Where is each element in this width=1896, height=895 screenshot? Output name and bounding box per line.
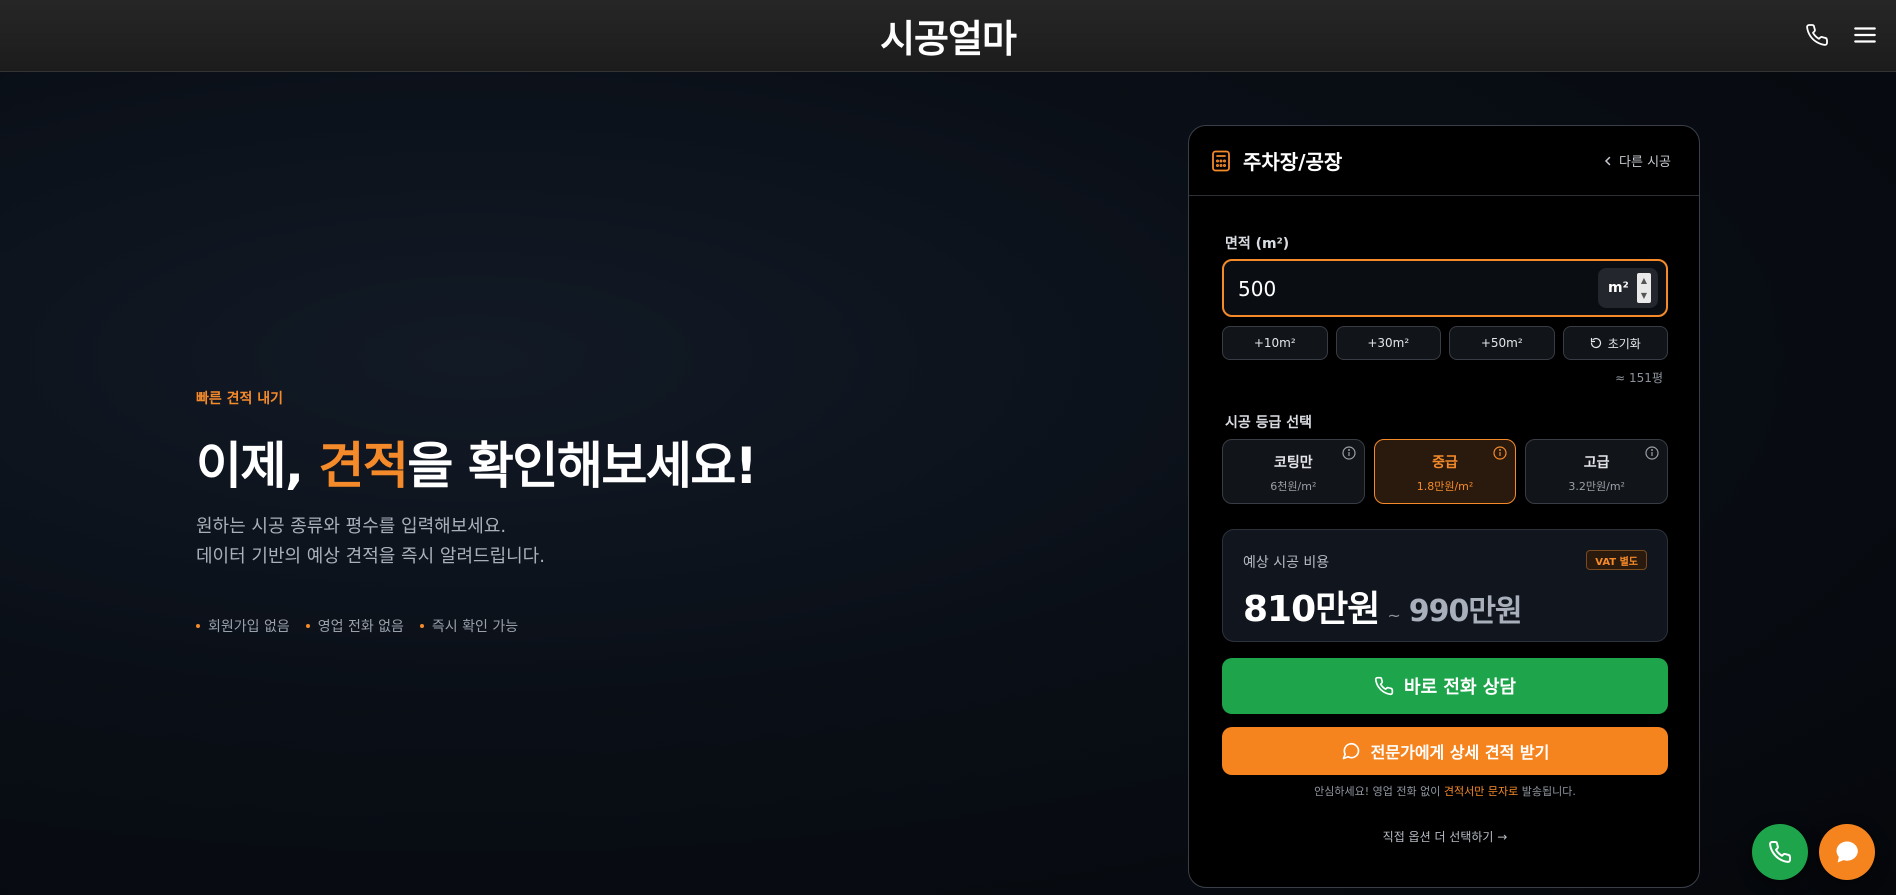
expert-quote-button[interactable]: 전문가에게 상세 견적 받기 xyxy=(1222,727,1668,775)
expert-quote-label: 전문가에게 상세 견적 받기 xyxy=(1370,743,1550,762)
estimate-range: 810만원 ~ 990만원 xyxy=(1243,580,1523,632)
menu-icon[interactable] xyxy=(1848,18,1882,52)
notice-pre: 안심하세요! 영업 전화 없이 xyxy=(1314,785,1444,798)
notice-post: 발송됩니다. xyxy=(1518,785,1576,798)
reset-label: 초기화 xyxy=(1607,336,1641,351)
headline-pre: 이제, xyxy=(196,437,319,495)
grade-option-premium[interactable]: 고급 3.2만원/m² xyxy=(1525,439,1669,504)
bullet-label: 즉시 확인 가능 xyxy=(431,619,519,635)
estimate-card: 주차장/공장 다른 시공 면적 (m²) m² ▲ ▼ +10m² +30m² … xyxy=(1188,125,1700,888)
calculator-icon xyxy=(1209,149,1233,173)
area-input-box: m² ▲ ▼ xyxy=(1222,259,1668,317)
desc-line-1: 원하는 시공 종류와 평수를 입력해보세요. xyxy=(196,516,507,537)
reset-icon xyxy=(1590,337,1601,349)
area-label: 면적 (m²) xyxy=(1225,236,1290,252)
pyeong-conversion: ≈ 151평 xyxy=(1615,371,1663,385)
headline-highlight: 견적 xyxy=(318,437,409,495)
hero-bullets: 회원가입 없음 영업 전화 없음 즉시 확인 가능 xyxy=(196,616,996,636)
grade-options: 코팅만 6천원/m² 중급 1.8만원/m² 고급 3.2만원/m² xyxy=(1222,439,1669,504)
estimate-result: 예상 시공 비용 VAT 별도 810만원 ~ 990만원 xyxy=(1222,529,1668,642)
vat-badge: VAT 별도 xyxy=(1586,550,1647,570)
chat-bubble-icon xyxy=(1836,841,1858,863)
more-options-link[interactable]: 직접 옵션 더 선택하기 → xyxy=(1189,828,1699,845)
chat-bubble-icon xyxy=(1342,742,1360,760)
bullet-dot xyxy=(196,624,200,628)
phone-icon[interactable] xyxy=(1800,18,1834,52)
other-service-label: 다른 시공 xyxy=(1619,155,1671,170)
phone-icon xyxy=(1769,840,1792,863)
notice-highlight: 견적서만 문자로 xyxy=(1443,785,1519,798)
quick-add-row: +10m² +30m² +50m² 초기화 xyxy=(1222,326,1668,360)
unit-label: m² xyxy=(1608,280,1629,296)
reset-button[interactable]: 초기화 xyxy=(1562,326,1668,360)
floating-chat-button[interactable] xyxy=(1819,824,1875,880)
bullet-label: 회원가입 없음 xyxy=(208,619,290,635)
hero-headline: 이제, 견적을 확인해보세요! xyxy=(196,426,996,498)
chevron-left-icon xyxy=(1604,156,1611,165)
grade-price: 6천원/m² xyxy=(1270,480,1317,493)
card-title: 주차장/공장 xyxy=(1243,150,1343,174)
estimate-min: 810만원 xyxy=(1243,589,1380,630)
hero-description: 원하는 시공 종류와 평수를 입력해보세요. 데이터 기반의 예상 견적을 즉시… xyxy=(196,512,996,572)
info-icon[interactable] xyxy=(1493,446,1507,460)
top-header: 시공얼마 xyxy=(0,0,1896,72)
bullet-item: 회원가입 없음 xyxy=(196,616,290,636)
estimate-tilde: ~ xyxy=(1387,606,1401,625)
phone-icon xyxy=(1374,676,1394,696)
add-10-button[interactable]: +10m² xyxy=(1222,326,1328,360)
area-input[interactable] xyxy=(1238,275,1578,303)
bullet-item: 즉시 확인 가능 xyxy=(419,616,519,636)
bullet-dot xyxy=(305,624,310,628)
info-icon[interactable] xyxy=(1645,446,1659,460)
add-50-button[interactable]: +50m² xyxy=(1449,326,1555,360)
estimate-label: 예상 시공 비용 xyxy=(1243,555,1330,571)
area-stepper[interactable]: ▲ ▼ xyxy=(1637,273,1651,303)
estimate-max: 990만원 xyxy=(1408,594,1523,629)
unit-box: m² ▲ ▼ xyxy=(1598,268,1658,308)
hero-section: 빠른 견적 내기 이제, 견적을 확인해보세요! 원하는 시공 종류와 평수를 … xyxy=(196,388,996,636)
brand-logo[interactable]: 시공얼마 xyxy=(0,8,1896,63)
hero-eyebrow: 빠른 견적 내기 xyxy=(196,391,284,407)
info-icon[interactable] xyxy=(1342,446,1356,460)
add-30-button[interactable]: +30m² xyxy=(1335,326,1441,360)
grade-label: 시공 등급 선택 xyxy=(1225,415,1313,431)
grade-option-mid[interactable]: 중급 1.8만원/m² xyxy=(1373,439,1517,504)
bullet-label: 영업 전화 없음 xyxy=(317,619,404,635)
bullet-item: 영업 전화 없음 xyxy=(305,616,404,636)
headline-post: 을 확인해보세요! xyxy=(407,437,757,495)
desc-line-2: 데이터 기반의 예상 견적을 즉시 알려드립니다. xyxy=(196,546,545,567)
call-consult-label: 바로 전화 상담 xyxy=(1404,677,1516,698)
other-service-link[interactable]: 다른 시공 xyxy=(1603,151,1671,170)
grade-price: 3.2만원/m² xyxy=(1568,480,1625,493)
stepper-up-icon[interactable]: ▲ xyxy=(1637,273,1651,288)
grade-option-coating[interactable]: 코팅만 6천원/m² xyxy=(1222,439,1365,504)
stepper-down-icon[interactable]: ▼ xyxy=(1637,288,1651,303)
privacy-notice: 안심하세요! 영업 전화 없이 견적서만 문자로 발송됩니다. xyxy=(1189,783,1699,799)
call-consult-button[interactable]: 바로 전화 상담 xyxy=(1222,658,1668,714)
card-header: 주차장/공장 다른 시공 xyxy=(1189,126,1699,196)
bullet-dot xyxy=(419,624,424,628)
grade-price: 1.8만원/m² xyxy=(1416,480,1474,493)
floating-call-button[interactable] xyxy=(1752,824,1808,880)
